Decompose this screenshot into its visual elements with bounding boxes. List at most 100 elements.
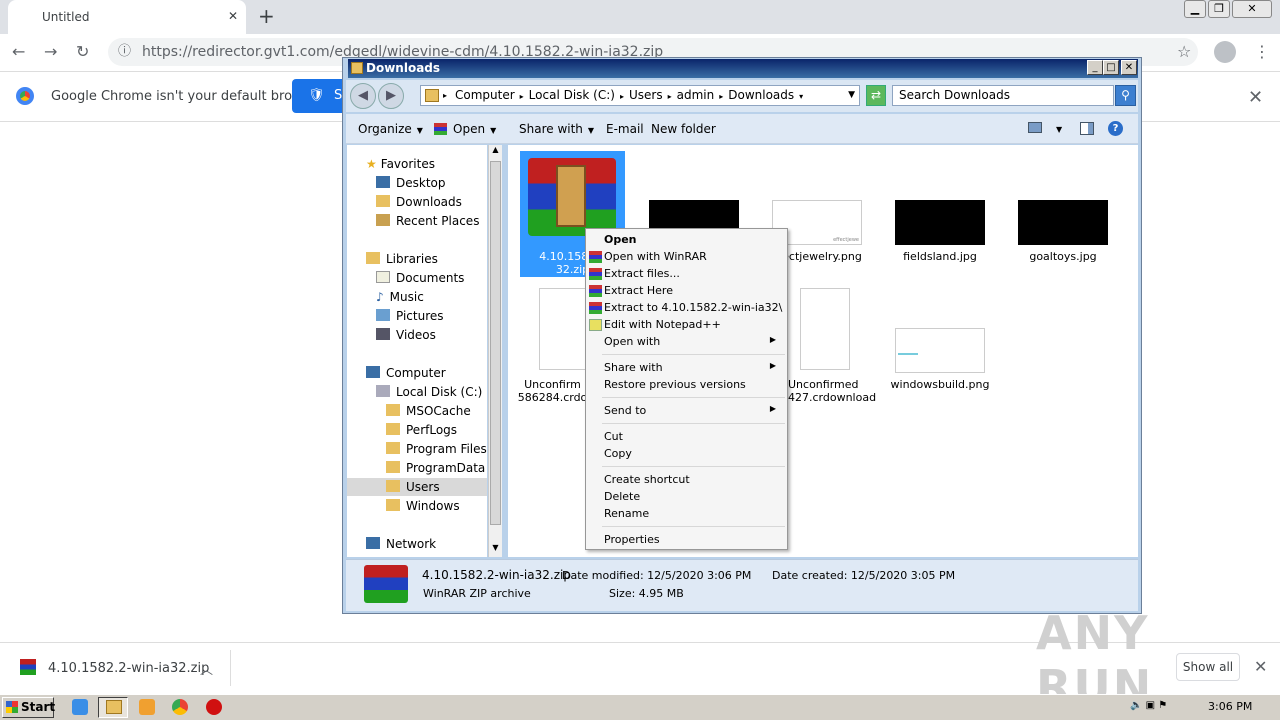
email-button[interactable]: E-mail [606, 122, 644, 136]
explorer-maximize-icon[interactable]: □ [1103, 60, 1119, 75]
nav-network[interactable]: Network [366, 537, 436, 551]
organize-button[interactable]: Organize ▼ [358, 122, 423, 136]
breadcrumb-downloads[interactable]: Downloads [728, 88, 794, 102]
close-window-icon[interactable]: ✕ [1232, 0, 1272, 18]
forward-icon[interactable]: → [44, 42, 57, 61]
menu-item-send-to[interactable]: Send to ▶ [604, 404, 784, 417]
nav-pictures[interactable]: Pictures [376, 309, 444, 323]
help-icon[interactable]: ? [1108, 121, 1123, 136]
menu-item-extract-files[interactable]: Extract files... [604, 267, 680, 280]
new-tab-icon[interactable]: + [258, 4, 275, 28]
explorer-title-bar[interactable]: Downloads [348, 59, 1138, 78]
tray-icons[interactable]: 🔈 ▣ ⚑ [1130, 700, 1167, 711]
menu-item-properties[interactable]: Properties [604, 533, 660, 546]
explorer-close-icon[interactable]: ✕ [1121, 60, 1137, 75]
nav-recent-places[interactable]: Recent Places [376, 214, 479, 228]
menu-item-extract-here[interactable]: Extract Here [604, 284, 673, 297]
nav-folder-windows[interactable]: Windows [386, 499, 460, 513]
nav-local-disk[interactable]: Local Disk (C:) [376, 385, 482, 399]
browser-tab[interactable]: Untitled ✕ [8, 0, 246, 34]
menu-item-create-shortcut[interactable]: Create shortcut [604, 473, 690, 486]
file-icon-crdownload-2[interactable] [800, 288, 850, 370]
show-all-button[interactable]: Show all [1176, 653, 1240, 681]
menu-item-open[interactable]: Open [604, 233, 637, 246]
menu-item-cut[interactable]: Cut [604, 430, 623, 443]
shelf-close-icon[interactable]: ✕ [1254, 657, 1267, 676]
nav-folder-perflogs[interactable]: PerfLogs [386, 423, 457, 437]
scroll-down-icon[interactable]: ▼ [489, 543, 502, 557]
folder-icon [106, 700, 122, 714]
menu-item-open-with-winrar[interactable]: Open with WinRAR [604, 250, 707, 263]
chevron-up-icon[interactable]: ︿ [200, 659, 213, 678]
folder-icon [351, 62, 363, 74]
file-thumb-fieldsland[interactable] [895, 200, 985, 245]
scroll-thumb[interactable] [490, 161, 501, 525]
file-label-goaltoys: goaltoys.jpg [1029, 250, 1097, 263]
search-downloads-input[interactable]: Search Downloads [892, 85, 1114, 106]
security-app-icon[interactable] [206, 699, 222, 715]
restore-icon[interactable]: ❐ [1208, 0, 1230, 18]
context-menu: Open Open with WinRAR Extract files... E… [585, 228, 788, 550]
breadcrumb-computer[interactable]: Computer [455, 88, 515, 102]
explorer-address-bar[interactable]: ▸ Computer ▸ Local Disk (C:) ▸ Users ▸ admin ▸ D… [420, 85, 860, 106]
menu-item-copy[interactable]: Copy [604, 447, 632, 460]
nav-folder-users[interactable]: Users [386, 480, 440, 494]
nav-folder-msocache[interactable]: MSOCache [386, 404, 471, 418]
file-thumb-windowsbuild[interactable] [895, 328, 985, 373]
nav-documents[interactable]: Documents [376, 271, 464, 285]
folder-icon [386, 423, 400, 435]
menu-item-open-with[interactable]: Open with ▶ [604, 335, 784, 348]
nav-downloads[interactable]: Downloads [376, 195, 462, 209]
nav-folder-programdata[interactable]: ProgramData [386, 461, 485, 475]
open-button[interactable]: Open ▼ [434, 122, 496, 136]
bookmark-star-icon[interactable]: ☆ [1177, 42, 1191, 61]
libraries-icon [366, 252, 380, 264]
tab-close-icon[interactable]: ✕ [228, 9, 238, 23]
menu-item-edit-notepadpp[interactable]: Edit with Notepad++ [604, 318, 721, 331]
infobar-close-icon[interactable]: ✕ [1248, 87, 1263, 108]
share-with-button[interactable]: Share with ▼ [519, 122, 594, 136]
menu-item-share-with[interactable]: Share with ▶ [604, 361, 784, 374]
menu-item-rename[interactable]: Rename [604, 507, 649, 520]
menu-item-delete[interactable]: Delete [604, 490, 640, 503]
explorer-back-icon[interactable]: ◀ [350, 83, 376, 109]
media-player-icon[interactable] [139, 699, 155, 715]
breadcrumb-disk[interactable]: Local Disk (C:) [529, 88, 615, 102]
nav-libraries[interactable]: Libraries [366, 252, 438, 266]
nav-folder-program-files[interactable]: Program Files [386, 442, 487, 456]
nav-favorites[interactable]: ★ Favorites [366, 157, 435, 171]
search-icon[interactable]: ⚲ [1115, 85, 1136, 106]
nav-music[interactable]: ♪ Music [376, 290, 424, 304]
back-icon[interactable]: ← [12, 42, 25, 61]
nav-videos[interactable]: Videos [376, 328, 436, 342]
download-item-name[interactable]: 4.10.1582.2-win-ia32.zip [48, 661, 209, 676]
info-icon[interactable]: ⓘ [118, 38, 131, 66]
nav-computer[interactable]: Computer [366, 366, 446, 380]
scroll-up-icon[interactable]: ▲ [489, 145, 502, 159]
breadcrumb-users[interactable]: Users [629, 88, 663, 102]
explorer-minimize-icon[interactable]: _ [1087, 60, 1103, 75]
file-icon-crdownload-1[interactable] [539, 288, 589, 370]
menu-item-extract-to[interactable]: Extract to 4.10.1582.2-win-ia32\ [604, 301, 782, 314]
refresh-icon[interactable]: ⇄ [866, 85, 886, 106]
chrome-taskbar-icon[interactable] [172, 699, 188, 715]
view-dropdown-icon[interactable]: ▼ [1056, 125, 1062, 134]
nav-desktop[interactable]: Desktop [376, 176, 446, 190]
menu-kebab-icon[interactable]: ⋮ [1254, 42, 1270, 61]
start-button[interactable]: Start [2, 697, 55, 718]
reload-icon[interactable]: ↻ [76, 42, 89, 61]
nav-scrollbar[interactable]: ▲ ▼ [488, 145, 502, 557]
taskbar-explorer-button[interactable] [98, 697, 128, 718]
view-options-icon[interactable] [1028, 122, 1042, 133]
new-folder-button[interactable]: New folder [651, 122, 716, 136]
minimize-icon[interactable]: ▁ [1184, 0, 1206, 18]
file-thumb-goaltoys[interactable] [1018, 200, 1108, 245]
explorer-forward-icon[interactable]: ▶ [378, 83, 404, 109]
address-dropdown-icon[interactable]: ▼ [848, 86, 855, 105]
ie-icon[interactable] [72, 699, 88, 715]
profile-avatar-icon[interactable] [1214, 41, 1236, 63]
breadcrumb-admin[interactable]: admin [677, 88, 715, 102]
preview-pane-icon[interactable] [1080, 122, 1094, 135]
menu-item-restore-previous[interactable]: Restore previous versions [604, 378, 746, 391]
dropdown-icon: ▼ [587, 126, 595, 135]
